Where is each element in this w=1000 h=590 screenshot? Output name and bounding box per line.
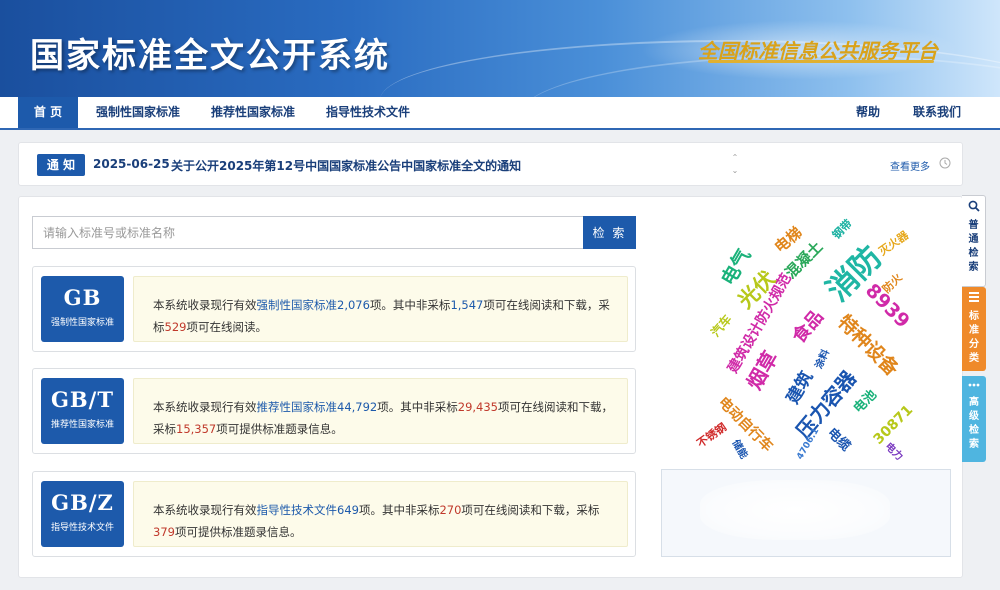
site-title: 国家标准全文公开系统 bbox=[30, 36, 390, 76]
nav-guidance[interactable]: 指导性技术文件 bbox=[326, 97, 410, 128]
main-panel: 检 索 GB 强制性国家标准 本系统收录现行有效强制性国家标准2,076项。其中… bbox=[18, 196, 963, 578]
badge-code: GB/Z bbox=[51, 490, 114, 515]
chevron-down-icon[interactable]: ⌄ bbox=[729, 164, 741, 177]
desc-total: 649 bbox=[337, 503, 359, 517]
desc-non-adopted: 1,547 bbox=[450, 298, 484, 312]
chevron-up-icon[interactable]: ⌃ bbox=[729, 151, 741, 164]
side-tab-label: 高级检索 bbox=[969, 397, 979, 450]
card-description: 本系统收录现行有效强制性国家标准2,076项。其中非采标1,547项可在线阅读和… bbox=[133, 276, 628, 342]
badge-label: 推荐性国家标准 bbox=[50, 420, 114, 430]
standard-card-gbt: GB/T 推荐性国家标准 本系统收录现行有效推荐性国家标准44,792项。其中非… bbox=[32, 368, 636, 454]
badge-code: GB/T bbox=[51, 387, 114, 412]
side-tab-search[interactable]: 普通检索 bbox=[962, 195, 986, 287]
badge-label: 强制性国家标准 bbox=[50, 318, 114, 328]
standard-card-gb: GB 强制性国家标准 本系统收录现行有效强制性国家标准2,076项。其中非采标1… bbox=[32, 266, 636, 352]
desc-text: 项可提供标准题录信息。 bbox=[216, 422, 343, 436]
desc-adopted: 379 bbox=[153, 525, 175, 539]
desc-text: 项可在线阅读和下载，采标 bbox=[461, 503, 600, 517]
notice-badge: 通 知 bbox=[37, 154, 85, 176]
desc-text: 本系统收录现行有效 bbox=[153, 503, 257, 517]
search-input[interactable] bbox=[32, 216, 584, 249]
list-icon bbox=[969, 292, 979, 302]
desc-text: 项。其中非采标 bbox=[358, 503, 440, 517]
badge-label: 指导性技术文件 bbox=[50, 523, 114, 533]
card-badge[interactable]: GB/Z 指导性技术文件 bbox=[41, 481, 124, 547]
search-icon bbox=[968, 200, 980, 212]
desc-non-adopted: 270 bbox=[439, 503, 462, 517]
nav-recommended[interactable]: 推荐性国家标准 bbox=[211, 97, 295, 128]
card-badge[interactable]: GB/T 推荐性国家标准 bbox=[41, 378, 124, 444]
nav-mandatory[interactable]: 强制性国家标准 bbox=[96, 97, 180, 128]
cloud-word[interactable]: 电缆 bbox=[824, 423, 856, 454]
desc-total: 2,076 bbox=[337, 298, 370, 312]
main-nav: 首 页 强制性国家标准 推荐性国家标准 指导性技术文件 帮助 联系我们 bbox=[0, 97, 1000, 130]
side-tab-label: 标准分类 bbox=[969, 311, 979, 364]
notice-date[interactable]: 2025-06-25 bbox=[93, 157, 170, 171]
card-description: 本系统收录现行有效指导性技术文件649项。其中非采标270项可在线阅读和下载，采… bbox=[133, 481, 628, 547]
cloud-word[interactable]: 汽车 bbox=[707, 311, 735, 340]
clock-icon bbox=[939, 157, 951, 169]
nav-home[interactable]: 首 页 bbox=[18, 97, 78, 128]
side-tab-classify[interactable]: 标准分类 bbox=[962, 287, 986, 371]
desc-text: 本系统收录现行有效 bbox=[153, 298, 257, 312]
desc-text: 项可在线阅读。 bbox=[186, 320, 267, 334]
desc-text: 项。其中非采标 bbox=[369, 298, 451, 312]
desc-adopted: 15,357 bbox=[176, 422, 217, 436]
more-icon bbox=[968, 383, 980, 387]
nav-contact[interactable]: 联系我们 bbox=[913, 97, 961, 128]
desc-text: 本系统收录现行有效 bbox=[153, 400, 257, 414]
desc-text: 项。其中非采标 bbox=[377, 400, 458, 414]
standard-card-gbz: GB/Z 指导性技术文件 本系统收录现行有效指导性技术文件649项。其中非采标2… bbox=[32, 471, 636, 557]
slogan-underline bbox=[708, 60, 934, 63]
notice-title-link[interactable]: 关于公开2025年第12号中国国家标准公告中国家标准全文的通知 bbox=[171, 157, 521, 174]
notice-more-link[interactable]: 查看更多 bbox=[890, 158, 930, 173]
side-tab-label: 普通检索 bbox=[968, 220, 979, 273]
side-tab-advanced[interactable]: 高级检索 bbox=[962, 376, 986, 462]
card-badge[interactable]: GB 强制性国家标准 bbox=[41, 276, 124, 342]
cloud-word[interactable]: 灭火器 bbox=[875, 227, 911, 259]
notice-bar: 通 知 2025-06-25 关于公开2025年第12号中国国家标准公告中国家标… bbox=[18, 142, 963, 186]
cloud-word[interactable]: 不锈钢 bbox=[693, 419, 729, 451]
keyword-cloud: 电气 电梯 钢带 灭火器 光伏 混凝土 消防 防火 8939 汽车 建筑设计防火… bbox=[661, 209, 951, 469]
desc-adopted: 529 bbox=[164, 320, 187, 334]
desc-type-link[interactable]: 强制性国家标准 bbox=[257, 298, 338, 312]
desc-non-adopted: 29,435 bbox=[457, 400, 498, 414]
cloud-word[interactable]: 涂料 bbox=[810, 346, 832, 371]
cloud-word[interactable]: 食品 bbox=[785, 304, 828, 348]
nav-help[interactable]: 帮助 bbox=[856, 97, 880, 128]
notice-scroll-arrows[interactable]: ⌃ ⌄ bbox=[729, 151, 741, 177]
badge-code: GB bbox=[63, 285, 102, 310]
header-banner: 国家标准全文公开系统 全国标准信息公共服务平台 bbox=[0, 0, 1000, 97]
desc-type-link[interactable]: 指导性技术文件 bbox=[257, 503, 338, 517]
desc-text: 项可提供标准题录信息。 bbox=[174, 525, 302, 539]
desc-type-link[interactable]: 推荐性国家标准 bbox=[257, 400, 338, 414]
desc-total: 44,792 bbox=[337, 400, 378, 414]
map-image bbox=[700, 480, 890, 540]
map-panel[interactable] bbox=[661, 469, 951, 557]
card-description: 本系统收录现行有效推荐性国家标准44,792项。其中非采标29,435项可在线阅… bbox=[133, 378, 628, 444]
search-button[interactable]: 检 索 bbox=[583, 216, 636, 249]
